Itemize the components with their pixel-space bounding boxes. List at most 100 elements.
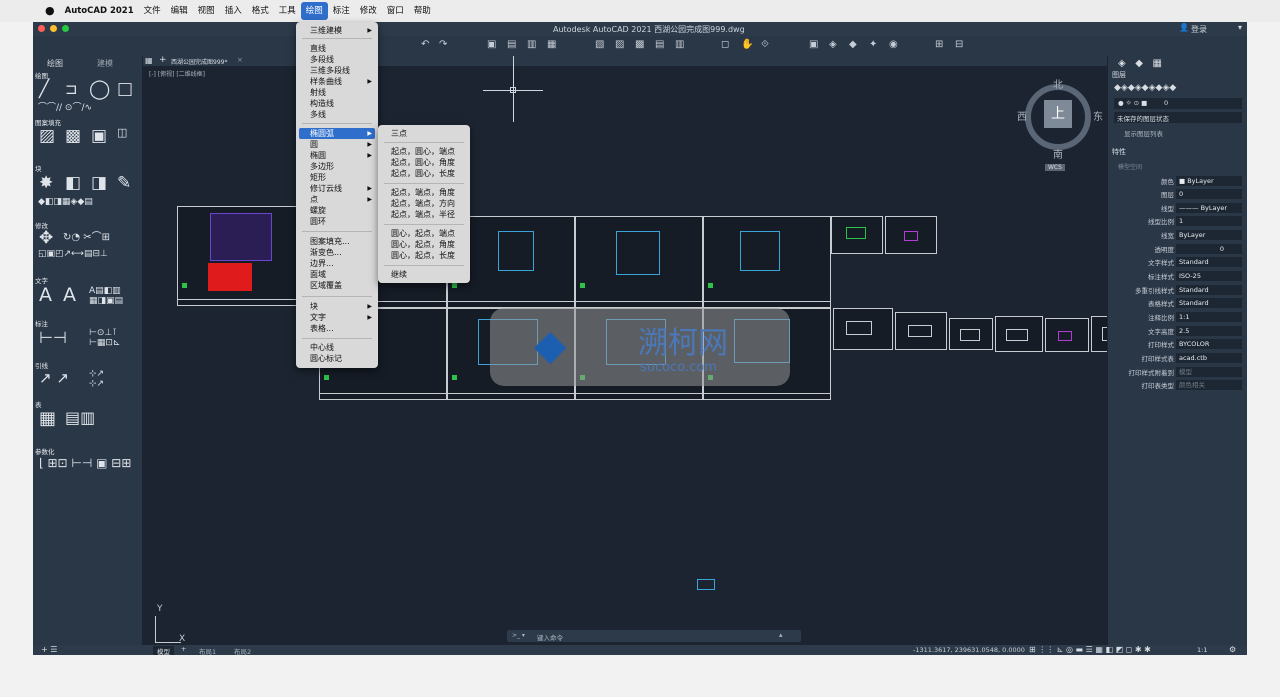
undo-icon[interactable]: ↶: [421, 39, 429, 50]
model-space-select[interactable]: 模型空间: [1118, 162, 1142, 171]
menu-polygon[interactable]: 多边形: [310, 161, 334, 172]
open-icon[interactable]: ▧: [595, 39, 604, 50]
window-select-icon[interactable]: ◻: [721, 39, 729, 50]
apple-icon[interactable]: ●: [40, 2, 60, 20]
arc-continue[interactable]: 继续: [391, 269, 407, 280]
tab-model[interactable]: 模型: [153, 646, 174, 655]
wcs-menu[interactable]: WCS: [1045, 164, 1065, 171]
prop-plot-style[interactable]: BYCOLOR: [1176, 339, 1242, 349]
menu-window[interactable]: 窗口: [382, 2, 409, 20]
orbit-icon[interactable]: ⟐: [761, 39, 769, 50]
arc-csa[interactable]: 圆心，起点，角度: [391, 239, 455, 250]
viewcube-north[interactable]: 北: [1053, 76, 1063, 91]
move-icon[interactable]: ✥: [39, 228, 53, 248]
menu-3d-polyline[interactable]: 三维多段线: [310, 65, 350, 76]
arc-3point[interactable]: 三点: [391, 128, 407, 139]
match-icon[interactable]: ▣: [809, 39, 818, 50]
prop-anno-scale[interactable]: 1:1: [1176, 312, 1242, 322]
draw-small-icons[interactable]: ⌒⌒∕∕ ⊙⌒∕∿: [38, 100, 92, 113]
close-button[interactable]: [38, 25, 45, 32]
menu-point[interactable]: 点: [310, 194, 318, 205]
chevron-down-icon[interactable]: ▾: [1238, 23, 1242, 32]
menu-spline[interactable]: 样条曲线: [310, 76, 342, 87]
arc-csl[interactable]: 圆心，起点，长度: [391, 250, 455, 261]
arc-scl[interactable]: 起点，圆心，长度: [391, 168, 455, 179]
layer-state-icon[interactable]: ◆: [849, 39, 857, 50]
dim-icon[interactable]: ⊢⊣: [39, 328, 67, 347]
hatch-icon[interactable]: ▨: [39, 126, 55, 146]
rectangle-icon[interactable]: □: [117, 79, 133, 99]
block-small-icons[interactable]: ◆◧◨▦◈◆▤: [38, 197, 93, 207]
insert-block-icon[interactable]: ✸: [39, 173, 53, 193]
viewcube-top[interactable]: 上: [1044, 100, 1072, 128]
viewcube-south[interactable]: 南: [1053, 146, 1063, 161]
create-block-icon[interactable]: ◧: [65, 173, 81, 193]
layer-dropdown[interactable]: ● ☼ ⊙ ■ 0: [1114, 98, 1242, 109]
prop-table-style[interactable]: Standard: [1176, 298, 1242, 308]
menu-region[interactable]: 面域: [310, 269, 326, 280]
menu-hatch[interactable]: 图案填充...: [310, 236, 350, 247]
menu-revcloud[interactable]: 修订云线: [310, 183, 342, 194]
menu-ray[interactable]: 射线: [310, 87, 326, 98]
command-line[interactable]: >_ ▾ 键入命令 ▴: [507, 630, 801, 642]
arc-sca[interactable]: 起点，圆心，角度: [391, 157, 455, 168]
menu-tools[interactable]: 工具: [274, 2, 301, 20]
show-layer-list[interactable]: 显示图层列表: [1124, 128, 1163, 138]
viewcube-west[interactable]: 西: [1017, 108, 1027, 123]
menu-centerline[interactable]: 中心线: [310, 342, 334, 353]
gear-icon[interactable]: ⚙: [1229, 645, 1236, 654]
prop-text-style[interactable]: Standard: [1176, 257, 1242, 267]
arc-sea[interactable]: 起点，端点，角度: [391, 187, 455, 198]
menu-gradient[interactable]: 渐变色...: [310, 247, 342, 258]
text-icon[interactable]: A: [63, 284, 76, 306]
tab-layout2[interactable]: 布局2: [234, 646, 251, 655]
prop-lineweight[interactable]: ByLayer: [1176, 230, 1242, 240]
layer-tools-icons[interactable]: ◆◈◆◈◆◈◆◈◆: [1114, 83, 1176, 93]
leader-small-icons[interactable]: ⊹↗ ⊹↗: [89, 369, 104, 389]
tab-draw[interactable]: 绘图: [47, 58, 63, 69]
menu-mline[interactable]: 多线: [310, 109, 326, 120]
redo-icon[interactable]: ↷: [439, 39, 447, 50]
save-icon[interactable]: ▨: [615, 39, 624, 50]
dist-icon[interactable]: ⊟: [955, 39, 963, 50]
menu-polyline[interactable]: 多段线: [310, 54, 334, 65]
minimize-button[interactable]: [50, 25, 57, 32]
text-small-icons[interactable]: A▤◧▥ ▦◨▣▤: [89, 286, 123, 306]
menu-view[interactable]: 视图: [193, 2, 220, 20]
prop-plot-table[interactable]: acad.ctb: [1176, 353, 1242, 363]
sheet-icon[interactable]: ▥: [675, 39, 684, 50]
menu-donut[interactable]: 圆环: [310, 216, 326, 227]
menu-help[interactable]: 帮助: [409, 2, 436, 20]
add-icon[interactable]: + ☰: [41, 645, 57, 654]
leader-icon[interactable]: ↗ ↗: [39, 369, 69, 387]
attribute-icon[interactable]: ✎: [117, 173, 131, 193]
param-icons[interactable]: ⌊ ⊞⊡ ⊢⊣ ▣ ⊟⊞: [39, 456, 131, 470]
layer-off-icon[interactable]: ◉: [889, 39, 898, 50]
menu-file[interactable]: 文件: [139, 2, 166, 20]
zoom-button[interactable]: [62, 25, 69, 32]
print-icon[interactable]: ▣: [487, 39, 496, 50]
layout-icon[interactable]: ▦: [547, 39, 556, 50]
viewcube-east[interactable]: 东: [1093, 108, 1103, 123]
isolate-icon[interactable]: ✦: [869, 39, 877, 50]
menu-circle[interactable]: 圆: [310, 139, 318, 150]
saveas-icon[interactable]: ▩: [635, 39, 644, 50]
viewcube[interactable]: 上 北 南 西 东 WCS: [1015, 76, 1105, 171]
doc-grid-icon[interactable]: ▦: [145, 56, 153, 65]
prop-dim-style[interactable]: ISO-25: [1176, 271, 1242, 281]
user-icon[interactable]: 👤: [1179, 23, 1189, 32]
menu-modify[interactable]: 修改: [355, 2, 382, 20]
menu-elliptical-arc[interactable]: 椭圆弧: [310, 128, 334, 139]
menu-dimension[interactable]: 标注: [328, 2, 355, 20]
prop-transparency[interactable]: 0: [1176, 244, 1242, 254]
pan-icon[interactable]: ✋: [741, 39, 753, 50]
gradient-icon[interactable]: ▩: [65, 126, 81, 146]
publish-icon[interactable]: ▥: [527, 39, 536, 50]
command-input[interactable]: 键入命令: [537, 632, 563, 642]
layer-state-dropdown[interactable]: 未保存的图层状态: [1114, 112, 1242, 123]
modify-icons[interactable]: ↻◔ ✂⌒⊞: [63, 228, 110, 243]
menu-xline[interactable]: 构造线: [310, 98, 334, 109]
layer-icon[interactable]: ◈: [829, 39, 837, 50]
palette-tab-icons[interactable]: ◈ ◆ ▦: [1118, 58, 1162, 69]
menu-draw[interactable]: 绘图: [300, 2, 328, 20]
